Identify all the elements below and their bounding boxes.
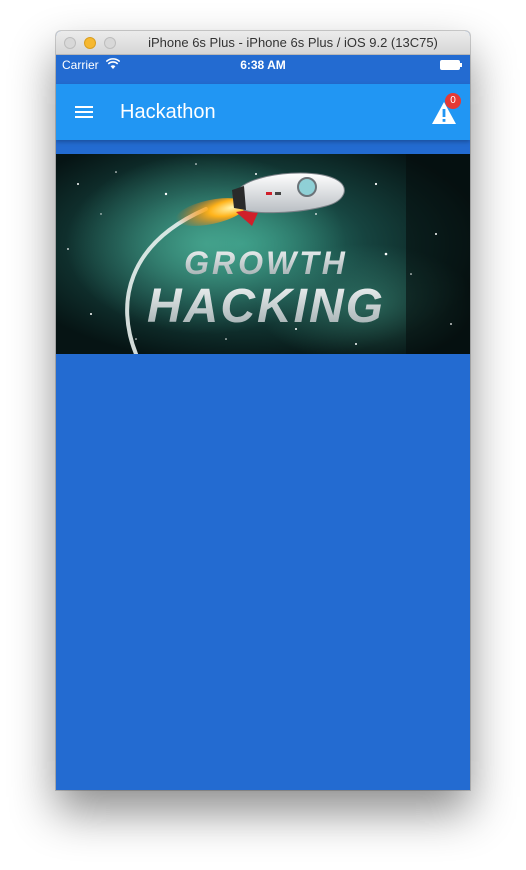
banner-line-1: GROWTH — [184, 245, 348, 281]
status-time: 6:38 AM — [240, 58, 286, 72]
banner-line-2: HACKING — [147, 280, 385, 333]
close-window-button[interactable] — [64, 37, 76, 49]
growth-hacking-banner[interactable]: GROWTH HACKING — [56, 154, 470, 354]
menu-icon[interactable] — [72, 100, 96, 124]
alerts-button[interactable]: 0 — [430, 93, 462, 128]
simulator-window: iPhone 6s Plus - iPhone 6s Plus / iOS 9.… — [56, 31, 470, 790]
battery-icon — [440, 60, 462, 70]
alert-count-badge: 0 — [445, 93, 461, 109]
app-bar: Hackathon 0 — [56, 84, 470, 140]
minimize-window-button[interactable] — [84, 37, 96, 49]
window-titlebar: iPhone 6s Plus - iPhone 6s Plus / iOS 9.… — [56, 31, 470, 55]
app-title: Hackathon — [120, 101, 216, 123]
ios-status-bar: Carrier 6:38 AM — [56, 55, 470, 75]
window-title: iPhone 6s Plus - iPhone 6s Plus / iOS 9.… — [148, 35, 438, 50]
banner-image: GROWTH HACKING — [56, 154, 470, 354]
page-content — [56, 354, 470, 790]
maximize-window-button[interactable] — [104, 37, 116, 49]
